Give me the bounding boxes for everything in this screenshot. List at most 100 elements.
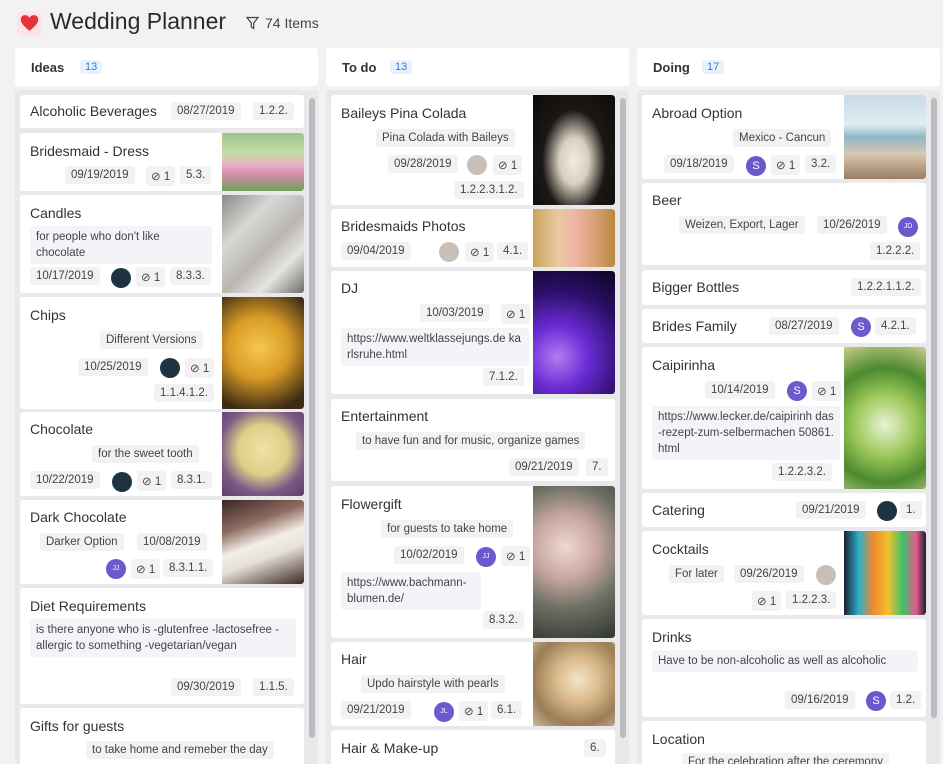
due-date: 09/16/2019 xyxy=(785,691,855,709)
card-title: Baileys Pina Colada xyxy=(341,105,467,121)
card-title: Drinks xyxy=(652,629,692,645)
app-header: Wedding Planner 74 Items xyxy=(0,0,943,48)
card-id: 4.1. xyxy=(497,242,529,260)
card-title: DJ xyxy=(341,280,359,296)
card-flowergift[interactable]: Flowergift for guests to take home 10/02… xyxy=(331,486,615,638)
scrollbar[interactable] xyxy=(309,98,315,738)
card-id: 1.2.2.3.2. xyxy=(772,463,832,481)
lane-count-badge: 13 xyxy=(80,60,103,74)
avatar xyxy=(467,155,487,175)
avatar: S xyxy=(866,691,886,711)
card-bridesmaids-photos[interactable]: Bridesmaids Photos 09/04/2019 ⊘ 1 4.1. xyxy=(331,209,615,267)
lane-header: Ideas 13 xyxy=(15,48,318,86)
attachment-number: 1 xyxy=(482,247,490,259)
attachment-number: 1 xyxy=(153,272,161,284)
filter-button[interactable]: 74 Items xyxy=(246,15,319,31)
paperclip-icon: ⊘ xyxy=(470,247,480,259)
card-bigger-bottles[interactable]: Bigger Bottles 1.2.2.1.1.2. xyxy=(642,270,926,305)
attachment-count: ⊘ 1 xyxy=(137,471,167,491)
beach-photo xyxy=(844,95,926,179)
card-id: 1.2.2.2. xyxy=(870,242,921,260)
due-date: 09/19/2019 xyxy=(65,166,135,184)
card-description: for people who don't like chocolate xyxy=(30,226,212,264)
card-id: 7.1.2. xyxy=(483,368,524,386)
lane-doing: Doing 17 Abroad Option Mexico - Cancun 0… xyxy=(637,48,940,764)
card-baileys-pina-colada[interactable]: Baileys Pina Colada Pina Colada with Bai… xyxy=(331,95,615,205)
card-candles[interactable]: Candles for people who don't like chocol… xyxy=(20,195,304,293)
card-id: 1.2.2.3.1.2. xyxy=(454,181,524,199)
attachment-count: ⊘ 1 xyxy=(493,155,523,175)
card-entertainment[interactable]: Entertainment to have fun and for music,… xyxy=(331,399,615,481)
card-brides-family[interactable]: Brides Family 08/27/2019 S 4.2.1. xyxy=(642,309,926,343)
card-id: 1.2. xyxy=(890,691,922,709)
attachment-count: ⊘ 1 xyxy=(136,267,166,287)
paperclip-icon: ⊘ xyxy=(757,596,767,608)
card-title: Entertainment xyxy=(341,408,429,424)
scrollbar[interactable] xyxy=(931,98,937,718)
attachment-number: 1 xyxy=(476,706,484,718)
attachment-count: ⊘ 1 xyxy=(752,591,782,611)
card-drinks[interactable]: Drinks Have to be non-alcoholic as well … xyxy=(642,619,926,717)
avatar: S xyxy=(787,381,807,401)
card-link[interactable]: https://www.weltklassejungs.de karlsruhe… xyxy=(341,328,529,366)
due-date: 10/17/2019 xyxy=(30,267,100,285)
card-bridesmaid-dress[interactable]: Bridesmaid - Dress 09/19/2019 ⊘ 1 5.3. xyxy=(20,133,304,191)
card-id: 8.3.2. xyxy=(483,611,524,629)
due-date: 10/14/2019 xyxy=(705,381,775,399)
card-cocktails[interactable]: Cocktails For later 09/26/2019 ⊘ 1 1.2.2… xyxy=(642,531,926,615)
card-id: 1.1.5. xyxy=(253,678,294,696)
avatar xyxy=(816,565,836,585)
card-dj[interactable]: DJ 10/03/2019 ⊘ 1 https://www.weltklasse… xyxy=(331,271,615,394)
attachment-count: ⊘ 1 xyxy=(146,166,176,186)
avatar xyxy=(111,268,131,288)
due-date: 08/27/2019 xyxy=(769,317,839,335)
avatar xyxy=(877,501,897,521)
card-id: 6.1. xyxy=(491,701,523,719)
card-location[interactable]: Location For the celebration after the c… xyxy=(642,721,926,764)
card-description: to take home and remeber the day xyxy=(86,741,274,759)
attachment-number: 1 xyxy=(510,160,518,172)
lane-ideas: Ideas 13 Alcoholic Beverages 08/27/2019 … xyxy=(15,48,318,764)
dj-photo xyxy=(533,271,615,394)
card-id: 4.2.1. xyxy=(875,317,916,335)
card-title: Cocktails xyxy=(652,541,709,557)
lane-count-badge: 17 xyxy=(702,60,725,74)
card-description: to have fun and for music, organize game… xyxy=(356,432,586,450)
card-dark-chocolate[interactable]: Dark Chocolate Darker Option 10/08/2019 … xyxy=(20,500,304,584)
card-diet-requirements[interactable]: Diet Requirements is there anyone who is… xyxy=(20,588,304,704)
card-link[interactable]: https://www.bachmann-blumen.de/ xyxy=(341,572,481,610)
card-caipirinha[interactable]: Caipirinha 10/14/2019 S ⊘ 1 https://www.… xyxy=(642,347,926,489)
avatar xyxy=(439,242,459,262)
due-date: 09/28/2019 xyxy=(388,155,458,173)
card-title: Abroad Option xyxy=(652,105,743,121)
paperclip-icon: ⊘ xyxy=(506,309,516,321)
scrollbar[interactable] xyxy=(620,98,626,738)
card-description: for the sweet tooth xyxy=(92,445,199,463)
due-date: 10/08/2019 xyxy=(137,533,207,551)
card-alcoholic-beverages[interactable]: Alcoholic Beverages 08/27/2019 1.2.2. xyxy=(20,95,304,128)
due-date: 09/21/2019 xyxy=(796,501,866,519)
card-title: Chips xyxy=(30,307,66,323)
card-title: Location xyxy=(652,731,705,747)
flowers-photo xyxy=(533,486,615,638)
paperclip-icon: ⊘ xyxy=(151,171,161,183)
card-description: Mexico - Cancun xyxy=(733,129,832,147)
card-beer[interactable]: Beer Weizen, Export, Lager 10/26/2019 JD… xyxy=(642,183,926,265)
card-hair-make-up[interactable]: Hair & Make-up 6. xyxy=(331,730,615,764)
paperclip-icon: ⊘ xyxy=(464,706,474,718)
attachment-number: 1 xyxy=(148,564,156,576)
card-id: 1.2.2.3. xyxy=(786,591,837,609)
card-link[interactable]: https://www.lecker.de/caipirinh das-reze… xyxy=(652,406,840,460)
card-abroad-option[interactable]: Abroad Option Mexico - Cancun 09/18/2019… xyxy=(642,95,926,179)
card-hair[interactable]: Hair Updo hairstyle with pearls 09/21/20… xyxy=(331,642,615,726)
card-gifts-for-guests[interactable]: Gifts for guests to take home and remebe… xyxy=(20,708,304,764)
due-date: 08/27/2019 xyxy=(171,102,241,120)
card-id: 8.3.3. xyxy=(170,267,211,285)
card-chocolate[interactable]: Chocolate for the sweet tooth 10/22/2019… xyxy=(20,412,304,496)
card-catering[interactable]: Catering 09/21/2019 1. xyxy=(642,493,926,527)
card-chips[interactable]: Chips Different Versions 10/25/2019 ⊘ 1 … xyxy=(20,297,304,409)
lane-body: Alcoholic Beverages 08/27/2019 1.2.2. Br… xyxy=(15,90,318,764)
lane-count-badge: 13 xyxy=(390,60,413,74)
card-description: Have to be non-alcoholic as well as alco… xyxy=(652,650,918,672)
card-title: Diet Requirements xyxy=(30,598,146,614)
